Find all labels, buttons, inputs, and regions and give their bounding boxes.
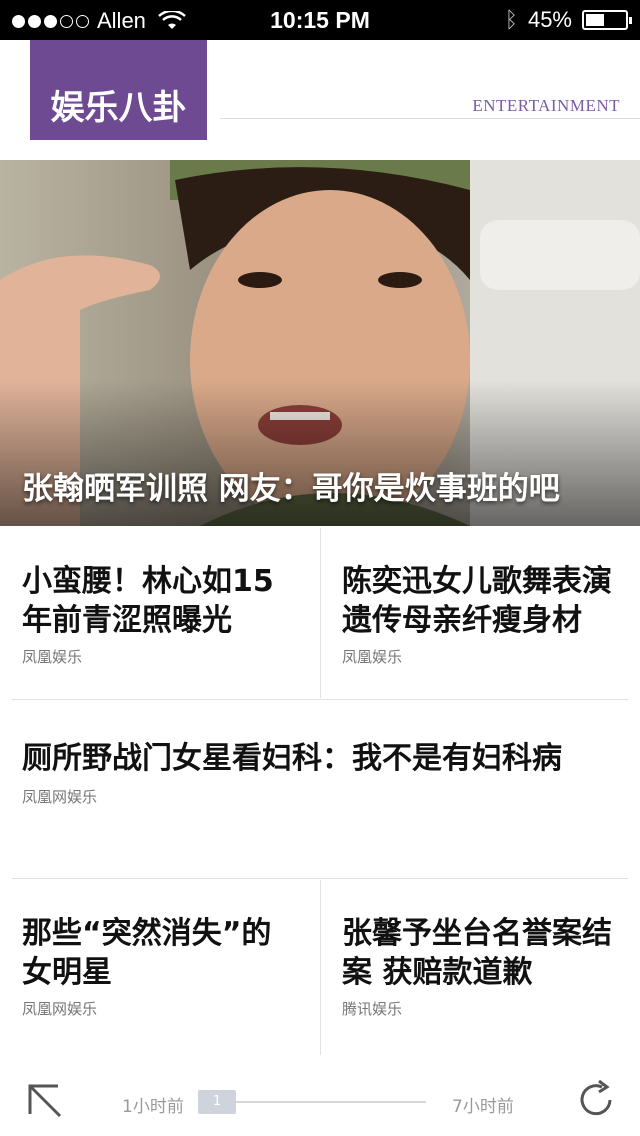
battery-percent: 45% — [527, 7, 572, 32]
timeline-slider-handle[interactable]: 1 — [198, 1090, 236, 1114]
article-title: 厕所野战门女星看妇科：我不是有妇科病 — [22, 741, 562, 776]
bluetooth-icon: ᛒ — [504, 7, 518, 32]
arrow-up-left-icon[interactable] — [24, 1080, 64, 1120]
article-source: 凤凰娱乐 — [342, 648, 403, 666]
hero-story[interactable]: 张翰晒军训照 网友：哥你是炊事班的吧 — [0, 160, 640, 526]
timeline-track[interactable] — [236, 1101, 426, 1103]
article-source: 凤凰娱乐 — [22, 648, 83, 666]
article-card[interactable]: 厕所野战门女星看妇科：我不是有妇科病 凤凰网娱乐 — [22, 738, 618, 807]
article-card[interactable]: 那些“突然消失”的女明星 凤凰网娱乐 — [22, 914, 272, 1019]
hero-caption: 张翰晒军训照 网友：哥你是炊事班的吧 — [22, 471, 560, 507]
article-card[interactable]: 陈奕迅女儿歌舞表演遗传母亲纤瘦身材 凤凰娱乐 — [342, 562, 622, 667]
article-card[interactable]: 小蛮腰！林心如15年前青涩照曝光 凤凰娱乐 — [22, 562, 302, 667]
article-title: 陈奕迅女儿歌舞表演遗传母亲纤瘦身材 — [342, 564, 612, 638]
column-divider — [320, 528, 321, 698]
article-source: 凤凰网娱乐 — [22, 788, 98, 806]
article-title: 那些“突然消失”的女明星 — [22, 916, 272, 990]
refresh-icon[interactable] — [574, 1078, 618, 1122]
article-card[interactable]: 张馨予坐台名誉案结案 获赔款道歉 腾讯娱乐 — [342, 914, 622, 1019]
article-title: 张馨予坐台名誉案结案 获赔款道歉 — [342, 916, 612, 990]
app-header: 娱乐八卦 ENTERTAINMENT — [0, 40, 640, 160]
row-divider — [12, 699, 628, 700]
battery-icon — [582, 10, 632, 30]
bottom-bar: 1小时前 1 7小时前 — [0, 1060, 640, 1136]
section-tag: ENTERTAINMENT — [472, 96, 620, 115]
timeline-start-label: 1小时前 — [122, 1097, 184, 1117]
row-divider — [12, 878, 628, 879]
article-title: 小蛮腰！林心如15年前青涩照曝光 — [22, 564, 274, 638]
article-source: 凤凰网娱乐 — [22, 1000, 98, 1018]
status-bar: Allen 10:15 PM ᛒ 45% — [0, 0, 640, 40]
section-logo[interactable]: 娱乐八卦 — [30, 40, 207, 140]
column-divider — [320, 880, 321, 1055]
timeline-end-label: 7小时前 — [452, 1097, 514, 1117]
article-source: 腾讯娱乐 — [342, 1000, 403, 1018]
header-divider — [220, 118, 640, 119]
